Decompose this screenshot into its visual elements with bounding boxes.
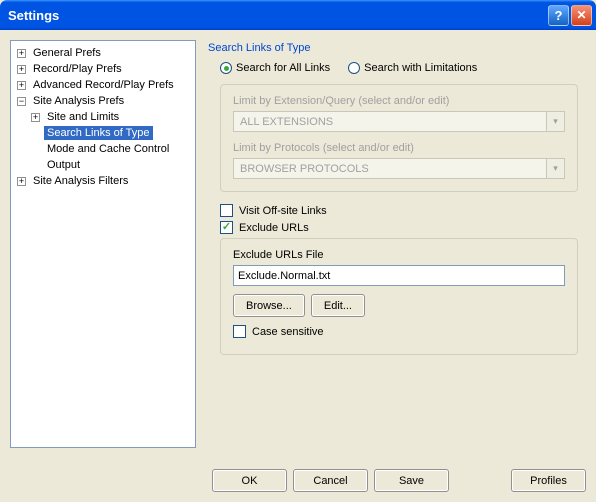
limits-group: Limit by Extension/Query (select and/or …	[220, 84, 578, 192]
save-button[interactable]: Save	[374, 469, 449, 492]
radio-label: Search with Limitations	[364, 62, 477, 74]
exclude-urls-checkbox[interactable]: ✓ Exclude URLs	[220, 221, 578, 234]
tree-expander-icon[interactable]: −	[17, 97, 26, 106]
checkbox-label: Visit Off-site Links	[239, 205, 327, 217]
checkbox-icon	[233, 325, 246, 338]
browse-button[interactable]: Browse...	[233, 294, 305, 317]
radio-label: Search for All Links	[236, 62, 330, 74]
ext-label: Limit by Extension/Query (select and/or …	[233, 95, 565, 107]
exclude-group: Exclude URLs File Browse... Edit... Case…	[220, 238, 578, 355]
tree-expander-icon[interactable]: +	[17, 49, 26, 58]
proto-combo: ▾	[233, 158, 565, 179]
help-button[interactable]: ?	[548, 5, 569, 26]
tree-expander-icon[interactable]: +	[17, 81, 26, 90]
radio-dot-icon	[348, 62, 360, 74]
dialog-footer: OK Cancel Save Profiles	[10, 469, 586, 492]
tree-item[interactable]: + General Prefs	[13, 45, 193, 61]
tree-item-label: Mode and Cache Control	[44, 142, 172, 156]
settings-panel: Search Links of Type Search for All Link…	[204, 40, 586, 448]
profiles-button[interactable]: Profiles	[511, 469, 586, 492]
checkbox-label: Exclude URLs	[239, 222, 309, 234]
radio-search-limitations[interactable]: Search with Limitations	[348, 62, 477, 74]
tree-item-label: Site Analysis Prefs	[30, 94, 127, 108]
case-sensitive-checkbox[interactable]: Case sensitive	[233, 325, 565, 338]
tree-expander-icon[interactable]: +	[31, 113, 40, 122]
ext-combo: ▾	[233, 111, 565, 132]
checkbox-label: Case sensitive	[252, 326, 324, 338]
tree-item-label: Output	[44, 158, 83, 172]
settings-tree[interactable]: + General Prefs + Record/Play Prefs + Advance…	[10, 40, 196, 448]
tree-item[interactable]: + Record/Play Prefs	[13, 61, 193, 77]
tree-item-label: Advanced Record/Play Prefs	[30, 78, 177, 92]
checkbox-icon	[220, 204, 233, 217]
tree-item[interactable]: + Advanced Record/Play Prefs	[13, 77, 193, 93]
tree-item[interactable]: + Site and Limits	[27, 109, 193, 125]
radio-search-all[interactable]: Search for All Links	[220, 62, 330, 74]
exclude-file-label: Exclude URLs File	[233, 249, 565, 261]
proto-input	[233, 158, 547, 179]
checkbox-icon: ✓	[220, 221, 233, 234]
tree-item[interactable]: Search Links of Type	[27, 125, 193, 141]
close-button[interactable]: ✕	[571, 5, 592, 26]
tree-item-label: General Prefs	[30, 46, 104, 60]
exclude-file-input[interactable]	[233, 265, 565, 286]
chevron-down-icon: ▾	[547, 158, 565, 179]
tree-item-label: Search Links of Type	[44, 126, 153, 140]
proto-label: Limit by Protocols (select and/or edit)	[233, 142, 565, 154]
tree-expander-icon[interactable]: +	[17, 65, 26, 74]
chevron-down-icon: ▾	[547, 111, 565, 132]
tree-item[interactable]: −Site Analysis Prefs	[13, 93, 193, 109]
tree-item-label: Record/Play Prefs	[30, 62, 125, 76]
ext-input	[233, 111, 547, 132]
window-title: Settings	[8, 8, 546, 23]
cancel-button[interactable]: Cancel	[293, 469, 368, 492]
tree-item[interactable]: + Site Analysis Filters	[13, 173, 193, 189]
radio-dot-icon	[220, 62, 232, 74]
tree-expander-icon[interactable]: +	[17, 177, 26, 186]
edit-button[interactable]: Edit...	[311, 294, 365, 317]
tree-item[interactable]: Output	[27, 157, 193, 173]
ok-button[interactable]: OK	[212, 469, 287, 492]
titlebar: Settings ? ✕	[0, 0, 596, 30]
tree-item-label: Site Analysis Filters	[30, 174, 131, 188]
visit-offsite-checkbox[interactable]: Visit Off-site Links	[220, 204, 578, 217]
tree-item-label: Site and Limits	[44, 110, 122, 124]
tree-item[interactable]: Mode and Cache Control	[27, 141, 193, 157]
panel-title: Search Links of Type	[208, 42, 586, 54]
